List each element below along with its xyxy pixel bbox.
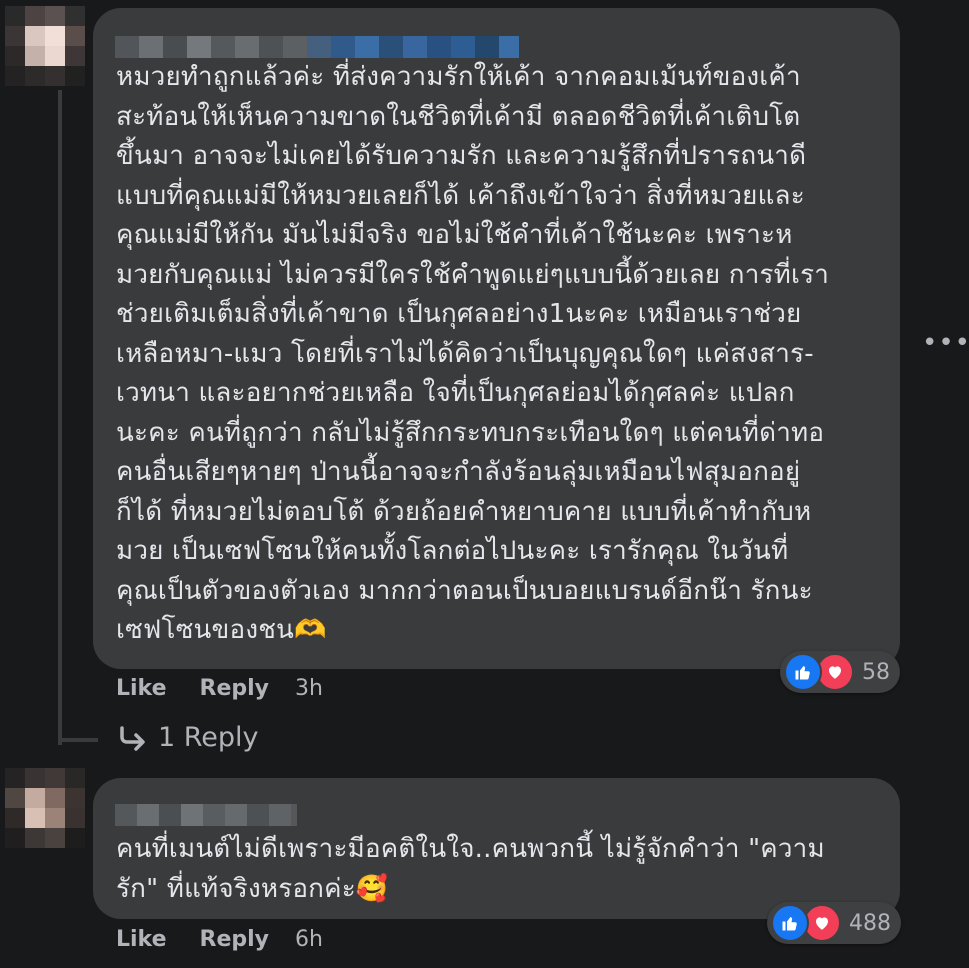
reply-button[interactable]: Reply [200, 676, 270, 701]
comment-text: คนที่เมนต์ไม่ดีเพราะมีอคติในใจ..คนพวกนี้… [116, 834, 825, 904]
like-button[interactable]: Like [116, 927, 167, 952]
avatar[interactable] [5, 768, 85, 848]
like-button[interactable]: Like [116, 676, 167, 701]
reply-button[interactable]: Reply [200, 927, 270, 952]
avatar[interactable] [5, 6, 85, 86]
thumbs-up-icon [771, 904, 809, 942]
comment-actions: Like Reply 3h [116, 676, 323, 701]
more-options-icon[interactable]: ••• [922, 330, 969, 356]
commenter-name[interactable] [115, 804, 297, 826]
comment-timestamp[interactable]: 3h [295, 676, 323, 701]
reactions-summary[interactable]: 58 [780, 651, 900, 693]
reply-arrow-icon [118, 725, 148, 751]
reaction-count: 488 [849, 910, 891, 936]
thumbs-up-icon [784, 653, 822, 691]
thread-line-connector [58, 738, 98, 742]
view-replies-link[interactable]: 1 Reply [118, 722, 259, 753]
reactions-summary[interactable]: 488 [767, 902, 901, 944]
thread-line [58, 90, 62, 745]
comment-bubble: หมวยทำถูกแล้วค่ะ ที่ส่งความรักให้เค้า จา… [93, 8, 900, 669]
reply-count-label[interactable]: 1 Reply [158, 722, 259, 753]
comment-text: หมวยทำถูกแล้วค่ะ ที่ส่งความรักให้เค้า จา… [116, 62, 830, 645]
comment-actions: Like Reply 6h [116, 927, 323, 952]
commenter-name[interactable] [115, 36, 519, 58]
comment-bubble: คนที่เมนต์ไม่ดีเพราะมีอคติในใจ..คนพวกนี้… [93, 778, 900, 919]
comment-timestamp[interactable]: 6h [295, 927, 323, 952]
reaction-count: 58 [862, 659, 890, 685]
